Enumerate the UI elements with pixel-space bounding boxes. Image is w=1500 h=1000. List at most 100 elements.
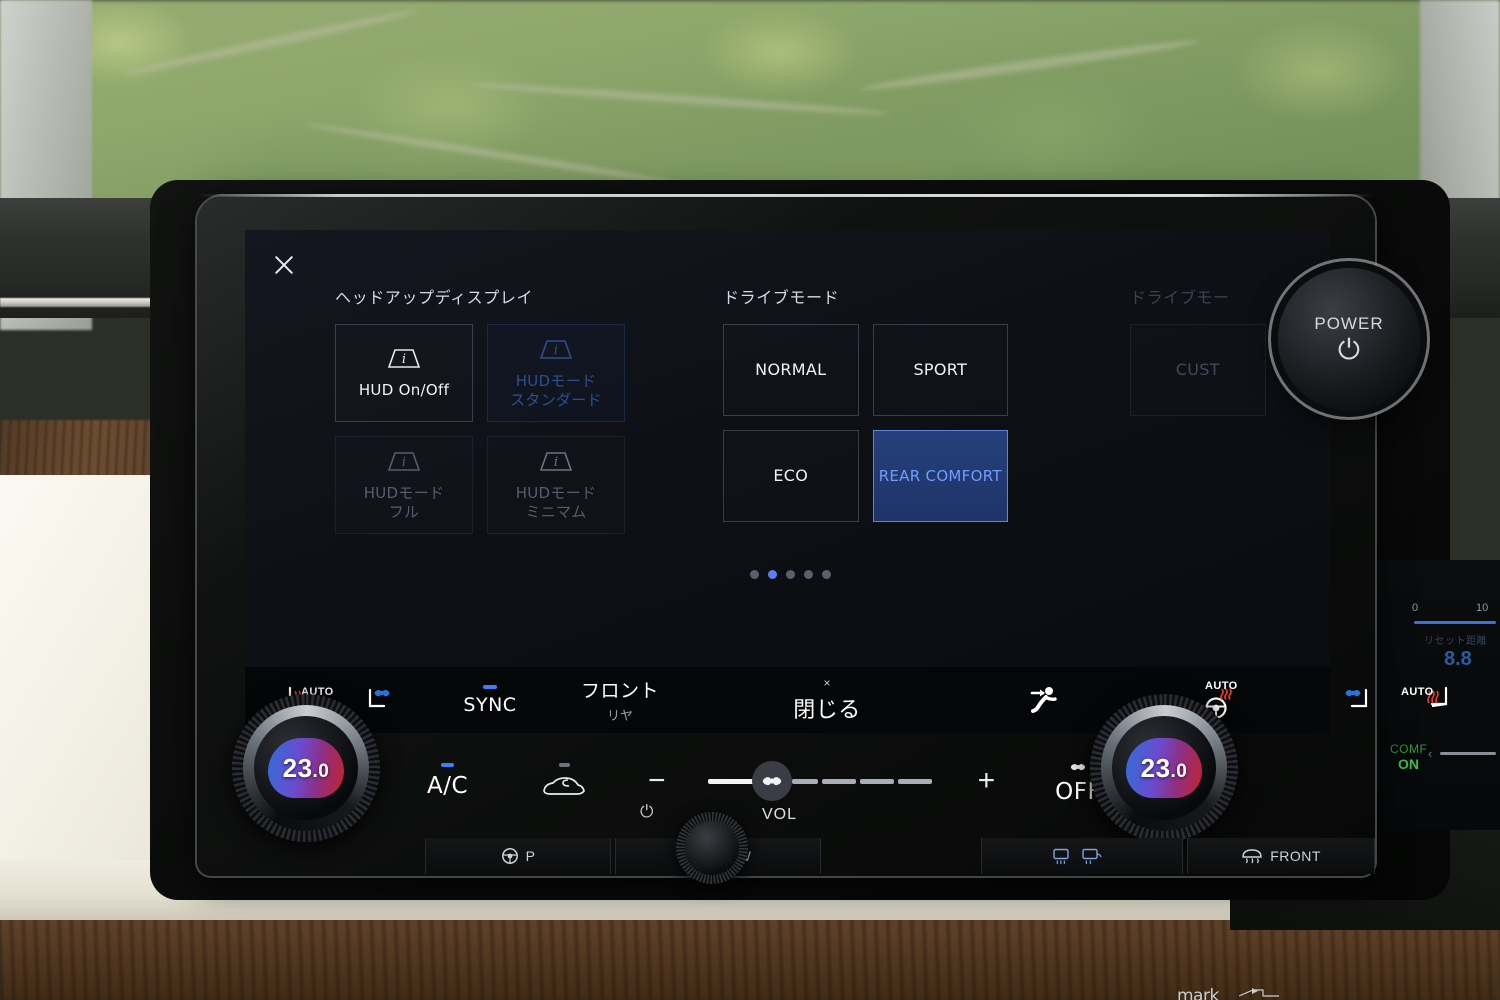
ac-label: A/C: [427, 773, 469, 799]
driver-seat-ventilation-button[interactable]: [349, 684, 411, 716]
pagination-dot[interactable]: [822, 570, 831, 579]
passenger-seat-heater-auto-badge: AUTO: [1401, 686, 1434, 698]
air-recirculation-icon: [543, 777, 585, 795]
hard-button-row: P VIEW FRONT: [205, 836, 1375, 876]
hud-mode-standard-label-2: スタンダード: [510, 390, 602, 409]
steering-heater-auto-badge: AUTO: [1205, 680, 1238, 692]
fan-segment-off: [859, 778, 894, 784]
sync-button[interactable]: SYNC: [445, 684, 535, 716]
airflow-mode-button[interactable]: [1015, 684, 1077, 716]
fan-decrease-button[interactable]: −: [648, 766, 666, 796]
touchscreen-display[interactable]: ヘッドアップディスプレイ i HUD On/Off i HUDモード スタンダー…: [245, 230, 1330, 667]
pagination-dots[interactable]: [750, 570, 831, 579]
fan-plus-label: +: [977, 764, 996, 797]
drive-mode-rear-comfort-tile[interactable]: REAR COMFORT: [872, 430, 1008, 522]
hud-windshield-info-icon: i: [386, 449, 422, 478]
front-defroster-icon: [1242, 849, 1262, 864]
passenger-temperature-knob[interactable]: 23.0: [1090, 694, 1238, 842]
cluster-line: [1440, 752, 1496, 755]
fan-segment-on: [707, 778, 756, 784]
passenger-seat-ventilation-button[interactable]: [1327, 684, 1389, 716]
rear-label: リヤ: [606, 709, 633, 724]
cluster-reset-label: リセット距離: [1424, 636, 1487, 647]
drive-mode-normal-label: NORMAL: [755, 360, 827, 379]
hud-mode-minimum-tile[interactable]: i HUDモード ミニマム: [487, 436, 625, 534]
drive-mode-sport-tile[interactable]: SPORT: [872, 324, 1008, 416]
power-icon: ⏻: [640, 802, 654, 821]
power-start-button[interactable]: POWER ⏻: [1278, 268, 1420, 410]
sync-label: SYNC: [463, 693, 517, 716]
cluster-comfort-value: ON: [1398, 756, 1419, 772]
power-icon: ⏻: [1337, 334, 1361, 365]
hud-on-off-label: HUD On/Off: [358, 381, 450, 400]
close-label: 閉じる: [793, 698, 861, 723]
seat-fan-icon: [368, 688, 390, 708]
front-label: フロント: [580, 680, 659, 702]
drive-mode-normal-tile[interactable]: NORMAL: [723, 324, 859, 416]
hud-mode-full-tile[interactable]: i HUDモード フル: [335, 436, 473, 534]
recirculation-button[interactable]: [540, 763, 588, 799]
hud-windshield-info-icon: i: [386, 346, 422, 375]
rear-defogger-icon: [1053, 848, 1069, 864]
fan-segment-off: [821, 778, 856, 784]
volume-knob[interactable]: [676, 812, 748, 884]
fan-segment-off: [897, 778, 932, 784]
pagination-dot-active[interactable]: [768, 570, 777, 579]
park-assist-label: P: [525, 848, 536, 864]
cluster-scale-min: 0: [1412, 602, 1420, 614]
drive-mode-panel-title: ドライブモード: [723, 288, 840, 307]
airflow-person-icon: [1030, 687, 1057, 713]
rear-defogger-button[interactable]: [980, 838, 1184, 874]
drive-mode-eco-tile[interactable]: ECO: [723, 430, 859, 522]
pagination-dot[interactable]: [804, 570, 813, 579]
settings-panels: ヘッドアップディスプレイ i HUD On/Off i HUDモード スタンダー…: [245, 284, 1330, 574]
park-assist-button[interactable]: P: [425, 838, 612, 874]
svg-text:i: i: [554, 343, 558, 358]
hud-panel-title: ヘッドアップディスプレイ: [335, 288, 534, 307]
svg-text:i: i: [554, 455, 558, 470]
drive-mode-panel: ドライブモード NORMAL SPORT ECO REAR COMFORT: [723, 284, 1008, 522]
steering-wheel-icon: [501, 848, 518, 864]
drive-mode-custom-label: CUST: [1175, 360, 1220, 379]
front-rear-button[interactable]: フロント リヤ: [565, 676, 675, 724]
knob-temp-gradient: 23.0: [1126, 738, 1202, 798]
fan-increase-button[interactable]: +: [978, 766, 996, 796]
knob-inner-face: 23.0: [1112, 716, 1216, 820]
pagination-dot[interactable]: [786, 570, 795, 579]
front-defroster-label: FRONT: [1270, 848, 1321, 864]
cluster-arrow-icon: ‹: [1428, 746, 1433, 761]
power-button-label: POWER: [1314, 314, 1384, 333]
close-icon[interactable]: [271, 252, 297, 278]
fan-slider-handle[interactable]: [751, 761, 792, 801]
knob-temp-gradient: 23.0: [268, 738, 344, 798]
cluster-scale-max: 10: [1476, 602, 1489, 614]
fan-speed-slider[interactable]: [707, 761, 932, 801]
close-mini-icon: ×: [823, 676, 831, 690]
hud-on-off-tile[interactable]: i HUD On/Off: [335, 324, 473, 422]
sync-indicator: [483, 684, 497, 689]
mark-levinson-badge: mark levinson REFERENCE: [1177, 986, 1279, 1000]
drive-mode-custom-tile[interactable]: CUST: [1130, 324, 1266, 416]
svg-text:i: i: [402, 352, 406, 367]
cluster-reset-value: 8.8: [1444, 648, 1472, 670]
hud-settings-panel: ヘッドアップディスプレイ i HUD On/Off i HUDモード スタンダー…: [335, 284, 625, 534]
drive-mode-sport-label: SPORT: [913, 360, 968, 379]
hud-mode-standard-tile[interactable]: i HUDモード スタンダード: [487, 324, 625, 422]
recirculation-indicator: [558, 763, 570, 767]
close-panel-button[interactable]: × 閉じる: [767, 676, 887, 724]
ac-button[interactable]: A/C: [427, 763, 468, 799]
hud-mode-minimum-label-2: ミニマム: [525, 502, 587, 521]
cluster-comfort-label: COMF: [1390, 742, 1428, 756]
driver-temperature-knob[interactable]: 23.0: [232, 694, 380, 842]
cluster-gauge-bar: [1414, 621, 1496, 624]
drive-mode-eco-label: ECO: [773, 466, 809, 485]
hud-windshield-info-icon: i: [538, 337, 574, 366]
passenger-seat-heater-button[interactable]: AUTO: [1401, 684, 1467, 716]
pagination-dot[interactable]: [750, 570, 759, 579]
knob-inner-face: 23.0: [254, 716, 358, 820]
hud-windshield-info-icon: i: [538, 449, 574, 478]
fan-icon: [1071, 763, 1086, 770]
hud-mode-minimum-label-1: HUDモード: [515, 483, 597, 502]
passenger-temperature-value: 23.0: [1140, 752, 1188, 783]
front-defroster-button[interactable]: FRONT: [1187, 838, 1375, 874]
